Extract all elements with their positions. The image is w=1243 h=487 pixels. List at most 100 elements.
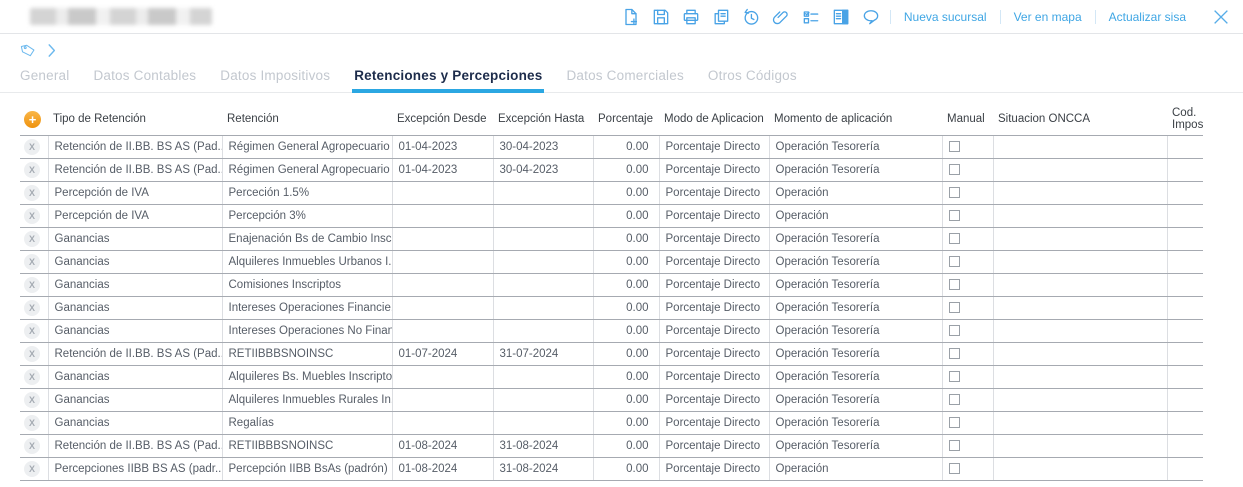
cell-situacion-oncca[interactable]	[993, 135, 1167, 158]
cell-momento[interactable]: Operación Tesorería	[769, 365, 942, 388]
cell-tipo[interactable]: Retención de II.BB. BS AS (Pad...	[48, 342, 222, 365]
cell-retencion[interactable]: Percepción IIBB BsAs (padrón)	[222, 457, 392, 480]
cell-cod-impositivo[interactable]	[1167, 181, 1203, 204]
cell-hasta[interactable]: 31-08-2024	[493, 457, 593, 480]
tab-general[interactable]: General	[18, 64, 71, 93]
cell-desde[interactable]	[392, 181, 493, 204]
row-delete-button[interactable]: X	[24, 231, 40, 247]
close-icon[interactable]	[1209, 5, 1233, 29]
tab-datos-impositivos[interactable]: Datos Impositivos	[218, 64, 332, 93]
tag-icon[interactable]	[20, 43, 37, 63]
cell-retencion[interactable]: Enajenación Bs de Cambio Insc...	[222, 227, 392, 250]
cell-modo[interactable]: Porcentaje Directo	[659, 181, 769, 204]
cell-desde[interactable]	[392, 204, 493, 227]
cell-situacion-oncca[interactable]	[993, 388, 1167, 411]
cell-desde[interactable]	[392, 250, 493, 273]
cell-hasta[interactable]	[493, 273, 593, 296]
print-icon[interactable]	[681, 6, 702, 27]
manual-checkbox[interactable]	[949, 325, 960, 336]
row-delete-button[interactable]: X	[24, 185, 40, 201]
cell-cod-impositivo[interactable]	[1167, 388, 1203, 411]
cell-porcentaje[interactable]: 0.00	[593, 273, 659, 296]
cell-hasta[interactable]	[493, 204, 593, 227]
cell-retencion[interactable]: Régimen General Agropecuario ...	[222, 135, 392, 158]
cell-desde[interactable]	[392, 388, 493, 411]
manual-checkbox[interactable]	[949, 210, 960, 221]
cell-momento[interactable]: Operación Tesorería	[769, 158, 942, 181]
cell-momento[interactable]: Operación Tesorería	[769, 273, 942, 296]
manual-checkbox[interactable]	[949, 164, 960, 175]
cell-tipo[interactable]: Ganancias	[48, 365, 222, 388]
cell-retencion[interactable]: RETIIBBBSNOINSC	[222, 342, 392, 365]
cell-hasta[interactable]	[493, 388, 593, 411]
cell-hasta[interactable]	[493, 365, 593, 388]
cell-tipo[interactable]: Percepción de IVA	[48, 181, 222, 204]
cell-momento[interactable]: Operación Tesorería	[769, 342, 942, 365]
cell-momento[interactable]: Operación Tesorería	[769, 227, 942, 250]
manual-checkbox[interactable]	[949, 348, 960, 359]
cell-momento[interactable]: Operación Tesorería	[769, 135, 942, 158]
cell-porcentaje[interactable]: 0.00	[593, 457, 659, 480]
cell-tipo[interactable]: Ganancias	[48, 411, 222, 434]
cell-momento[interactable]: Operación	[769, 181, 942, 204]
cell-retencion[interactable]: Regalías	[222, 411, 392, 434]
cell-modo[interactable]: Porcentaje Directo	[659, 365, 769, 388]
chevron-right-icon[interactable]	[47, 43, 57, 63]
row-delete-button[interactable]: X	[24, 208, 40, 224]
cell-desde[interactable]	[392, 365, 493, 388]
cell-situacion-oncca[interactable]	[993, 319, 1167, 342]
cell-modo[interactable]: Porcentaje Directo	[659, 296, 769, 319]
cell-retencion[interactable]: Percepción 3%	[222, 204, 392, 227]
save-icon[interactable]	[651, 6, 672, 27]
cell-hasta[interactable]: 30-04-2023	[493, 158, 593, 181]
cell-hasta[interactable]	[493, 296, 593, 319]
checklist-icon[interactable]	[801, 6, 822, 27]
tab-retenciones-y-percepciones[interactable]: Retenciones y Percepciones	[352, 64, 544, 93]
cell-retencion[interactable]: Intereses Operaciones Financie...	[222, 296, 392, 319]
manual-checkbox[interactable]	[949, 463, 960, 474]
cell-momento[interactable]: Operación Tesorería	[769, 411, 942, 434]
cell-porcentaje[interactable]: 0.00	[593, 342, 659, 365]
tab-datos-comerciales[interactable]: Datos Comerciales	[564, 64, 685, 93]
cell-tipo[interactable]: Ganancias	[48, 250, 222, 273]
row-delete-button[interactable]: X	[24, 323, 40, 339]
row-delete-button[interactable]: X	[24, 277, 40, 293]
cell-tipo[interactable]: Ganancias	[48, 273, 222, 296]
cell-desde[interactable]	[392, 319, 493, 342]
cell-situacion-oncca[interactable]	[993, 250, 1167, 273]
cell-hasta[interactable]: 30-04-2023	[493, 135, 593, 158]
cell-cod-impositivo[interactable]	[1167, 250, 1203, 273]
row-delete-button[interactable]: X	[24, 438, 40, 454]
cell-cod-impositivo[interactable]	[1167, 273, 1203, 296]
cell-modo[interactable]: Porcentaje Directo	[659, 250, 769, 273]
cell-desde[interactable]: 01-04-2023	[392, 158, 493, 181]
cell-desde[interactable]	[392, 227, 493, 250]
cell-desde[interactable]	[392, 411, 493, 434]
cell-situacion-oncca[interactable]	[993, 342, 1167, 365]
cell-porcentaje[interactable]: 0.00	[593, 135, 659, 158]
cell-modo[interactable]: Porcentaje Directo	[659, 135, 769, 158]
cell-hasta[interactable]	[493, 227, 593, 250]
cell-porcentaje[interactable]: 0.00	[593, 296, 659, 319]
cell-porcentaje[interactable]: 0.00	[593, 227, 659, 250]
row-delete-button[interactable]: X	[24, 415, 40, 431]
cell-tipo[interactable]: Retención de II.BB. BS AS (Pad...	[48, 158, 222, 181]
row-delete-button[interactable]: X	[24, 162, 40, 178]
cell-hasta[interactable]	[493, 181, 593, 204]
cell-modo[interactable]: Porcentaje Directo	[659, 273, 769, 296]
cell-situacion-oncca[interactable]	[993, 227, 1167, 250]
cell-cod-impositivo[interactable]	[1167, 365, 1203, 388]
cell-modo[interactable]: Porcentaje Directo	[659, 158, 769, 181]
cell-modo[interactable]: Porcentaje Directo	[659, 388, 769, 411]
cell-cod-impositivo[interactable]	[1167, 158, 1203, 181]
cell-situacion-oncca[interactable]	[993, 158, 1167, 181]
manual-checkbox[interactable]	[949, 141, 960, 152]
cell-retencion[interactable]: Alquileres Inmuebles Urbanos I...	[222, 250, 392, 273]
cell-retencion[interactable]: Alquileres Bs. Muebles Inscriptos	[222, 365, 392, 388]
cell-hasta[interactable]	[493, 411, 593, 434]
row-delete-button[interactable]: X	[24, 346, 40, 362]
cell-situacion-oncca[interactable]	[993, 181, 1167, 204]
cell-desde[interactable]: 01-07-2024	[392, 342, 493, 365]
cell-cod-impositivo[interactable]	[1167, 319, 1203, 342]
cell-desde[interactable]	[392, 296, 493, 319]
